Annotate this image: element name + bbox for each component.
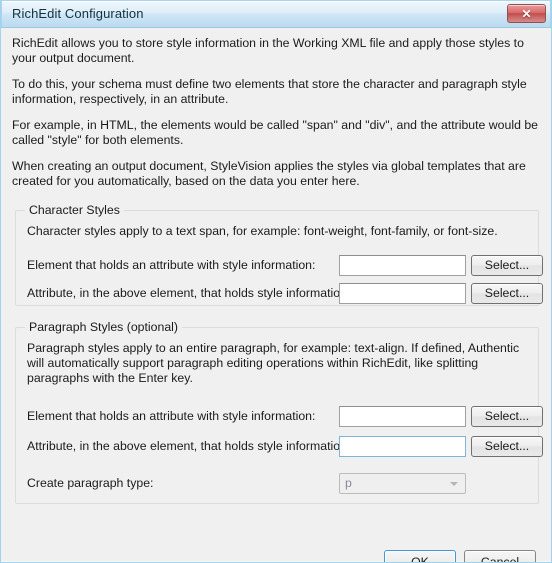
- paragraph-element-select-button[interactable]: Select...: [471, 406, 543, 427]
- paragraph-attribute-row: Attribute, in the above element, that ho…: [27, 436, 543, 458]
- intro-paragraph: When creating an output document, StyleV…: [12, 159, 526, 188]
- paragraph-type-label: Create paragraph type:: [27, 476, 154, 490]
- paragraph-element-input[interactable]: [339, 406, 466, 427]
- paragraph-type-value: p: [345, 476, 352, 490]
- paragraph-styles-description: Paragraph styles apply to an entire para…: [27, 341, 520, 385]
- character-attribute-row: Attribute, in the above element, that ho…: [27, 283, 543, 305]
- dialog-body: RichEdit allows you to store style infor…: [1, 28, 551, 562]
- paragraph-attribute-input[interactable]: [339, 436, 466, 457]
- intro-paragraph: For example, in HTML, the elements would…: [12, 118, 539, 147]
- paragraph-element-row: Element that holds an attribute with sty…: [27, 406, 543, 428]
- title-bar: RichEdit Configuration ✕: [1, 0, 551, 28]
- paragraph-attribute-select-button[interactable]: Select...: [471, 436, 543, 457]
- character-attribute-input[interactable]: [339, 283, 466, 304]
- character-element-label: Element that holds an attribute with sty…: [27, 258, 316, 272]
- intro-text: RichEdit allows you to store style infor…: [12, 36, 540, 200]
- window-title: RichEdit Configuration: [12, 6, 144, 21]
- character-attribute-label: Attribute, in the above element, that ho…: [27, 286, 351, 300]
- ok-button[interactable]: OK: [384, 550, 456, 562]
- paragraph-styles-group: Paragraph Styles (optional) Paragraph st…: [15, 320, 543, 504]
- paragraph-type-combobox[interactable]: p: [339, 473, 466, 494]
- character-attribute-select-button[interactable]: Select...: [471, 283, 543, 304]
- character-element-select-button[interactable]: Select...: [471, 255, 543, 276]
- character-styles-group: Character Styles Character styles apply …: [15, 203, 543, 306]
- close-icon: ✕: [521, 6, 532, 21]
- close-button[interactable]: ✕: [507, 4, 546, 23]
- paragraph-styles-legend: Paragraph Styles (optional): [25, 320, 183, 334]
- intro-paragraph: RichEdit allows you to store style infor…: [12, 36, 524, 65]
- paragraph-element-label: Element that holds an attribute with sty…: [27, 409, 316, 423]
- paragraph-type-row: Create paragraph type: p: [27, 473, 528, 495]
- character-styles-description: Character styles apply to a text span, f…: [27, 224, 498, 238]
- cancel-button[interactable]: Cancel: [464, 550, 536, 562]
- character-element-row: Element that holds an attribute with sty…: [27, 255, 543, 277]
- dialog-window: RichEdit Configuration ✕ RichEdit allows…: [0, 0, 552, 563]
- chevron-down-icon: [450, 482, 458, 486]
- paragraph-attribute-label: Attribute, in the above element, that ho…: [27, 439, 351, 453]
- character-element-input[interactable]: [339, 255, 466, 276]
- intro-paragraph: To do this, your schema must define two …: [12, 77, 527, 106]
- character-styles-legend: Character Styles: [25, 203, 124, 217]
